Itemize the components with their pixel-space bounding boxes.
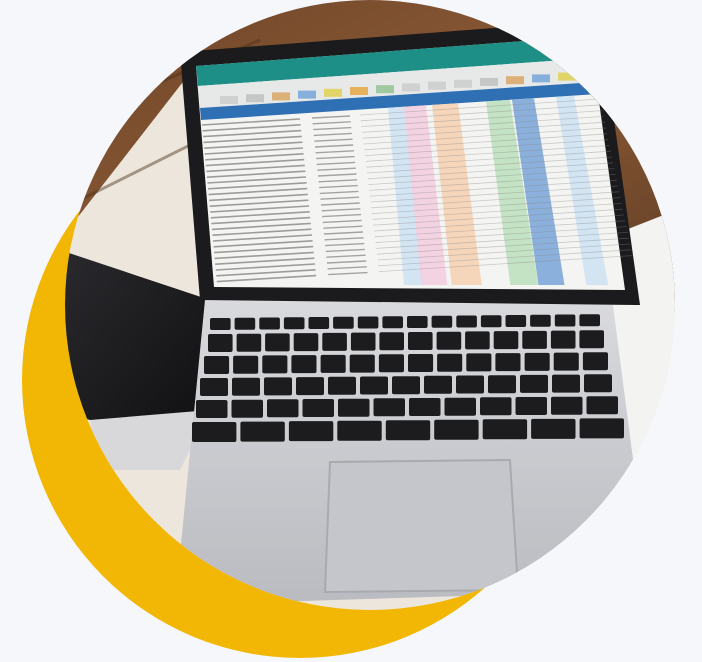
key (267, 399, 299, 418)
key (333, 316, 354, 329)
key (495, 353, 521, 372)
key (192, 422, 237, 442)
key (553, 352, 579, 371)
key (431, 315, 453, 328)
key (522, 330, 547, 349)
key (296, 377, 324, 396)
key (409, 398, 441, 416)
key (308, 317, 330, 329)
key (283, 317, 305, 330)
key (444, 397, 476, 416)
key (515, 397, 547, 415)
trackpad (323, 458, 520, 594)
key (210, 318, 231, 330)
key (322, 332, 347, 351)
key (240, 421, 285, 442)
key (264, 377, 292, 396)
key (349, 354, 375, 373)
key (357, 316, 379, 329)
key (584, 374, 612, 393)
key (586, 396, 618, 415)
key (482, 419, 528, 440)
key (456, 375, 484, 394)
key (385, 420, 431, 441)
key (350, 332, 376, 351)
key (436, 331, 462, 350)
key (424, 375, 452, 394)
key (550, 330, 576, 349)
key (259, 317, 280, 330)
key (408, 332, 433, 350)
laptop-photo-graphic (22, 0, 675, 658)
key (204, 356, 230, 374)
key (466, 353, 492, 372)
key (232, 377, 260, 396)
key (551, 396, 583, 415)
key (520, 374, 548, 393)
key (208, 334, 233, 352)
key (328, 376, 356, 395)
key (200, 378, 228, 396)
key (579, 418, 624, 439)
key (373, 398, 405, 417)
key (288, 421, 334, 442)
key (196, 400, 228, 418)
key (524, 352, 550, 371)
key (465, 331, 490, 350)
key (392, 376, 420, 395)
key (408, 354, 434, 372)
key (234, 317, 256, 330)
hero-illustration (0, 0, 702, 662)
key (382, 316, 403, 329)
key (456, 315, 477, 328)
key (360, 376, 388, 395)
key (437, 353, 463, 372)
key (293, 333, 319, 352)
key (407, 316, 428, 328)
key (493, 331, 519, 350)
key (231, 399, 263, 418)
key (488, 375, 516, 394)
key (378, 354, 404, 373)
key (291, 355, 317, 374)
key (434, 419, 479, 440)
key (236, 333, 262, 352)
key (262, 355, 288, 374)
key (582, 352, 608, 371)
key (379, 332, 404, 351)
key (337, 420, 382, 441)
key (480, 315, 502, 328)
key (554, 314, 576, 327)
key (579, 330, 604, 349)
key (265, 333, 290, 352)
key (552, 374, 580, 393)
key (302, 399, 334, 417)
key (320, 354, 346, 373)
key (505, 315, 527, 327)
key (579, 314, 600, 327)
key (233, 355, 259, 374)
key (480, 397, 512, 416)
key (338, 398, 370, 417)
key (531, 418, 576, 439)
key (530, 314, 551, 327)
